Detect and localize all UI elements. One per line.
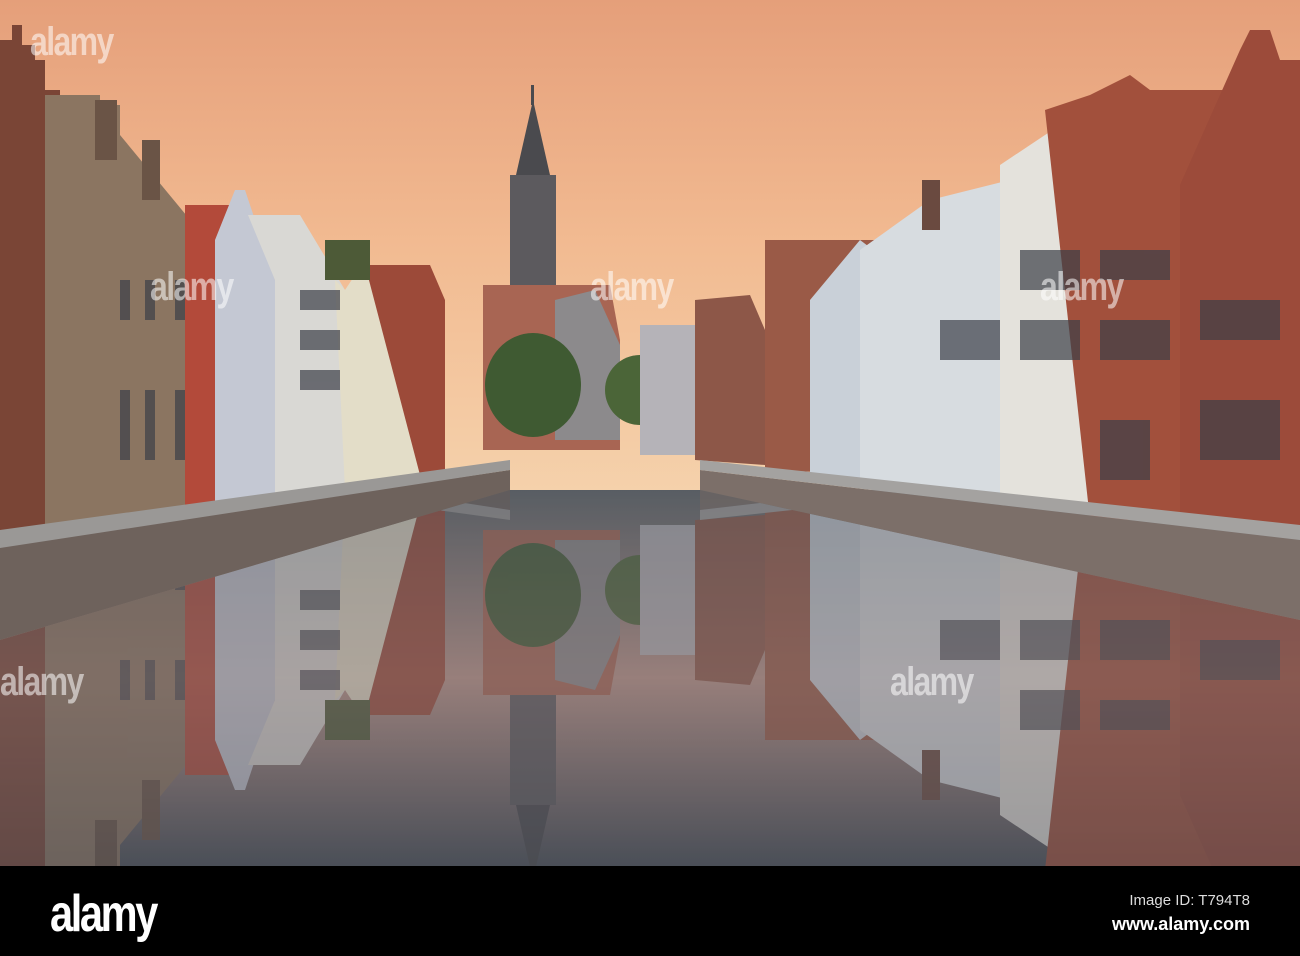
image-id: Image ID: T794T8 (1129, 892, 1250, 909)
website-link: www.alamy.com (1111, 914, 1250, 934)
photo-stage: alamy alamy alamy alamy alamy alamy alam… (0, 0, 1300, 956)
watermark: alamy (0, 660, 84, 704)
watermark: alamy (30, 20, 114, 64)
alamy-logo: alamy (50, 885, 158, 943)
footer-bar: alamy Image ID: T794T8 www.alamy.com (0, 866, 1300, 956)
watermark: alamy (1040, 265, 1124, 309)
watermark: alamy (150, 265, 234, 309)
canal-photo (0, 0, 1300, 866)
watermark: alamy (890, 660, 974, 704)
watermark: alamy (590, 265, 674, 309)
